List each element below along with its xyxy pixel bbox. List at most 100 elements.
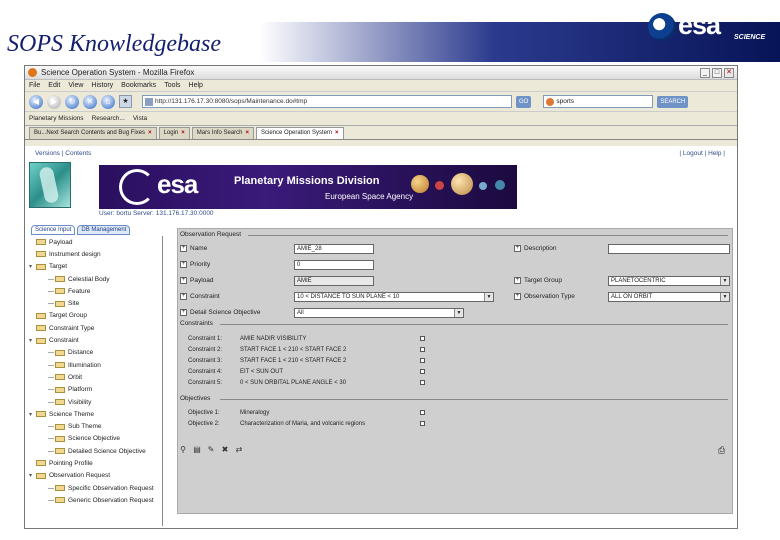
- versions-link[interactable]: Versions: [35, 150, 60, 157]
- tab-close-icon[interactable]: ×: [181, 128, 185, 139]
- url-input[interactable]: http://131.176.17.30:8080/sops/Maintenan…: [142, 95, 512, 108]
- tab-close-icon[interactable]: ×: [148, 128, 152, 139]
- constraint-checkbox[interactable]: [420, 336, 425, 341]
- chevron-down-icon[interactable]: ▼: [720, 292, 729, 301]
- tree-item[interactable]: Illumination: [27, 359, 162, 371]
- search-button[interactable]: SEARCH: [657, 95, 689, 108]
- tree-item[interactable]: Instrument design: [27, 248, 162, 260]
- field-input[interactable]: AMIE_28: [294, 243, 374, 254]
- tree-item[interactable]: ▾ Observation Request: [27, 470, 162, 482]
- field-input[interactable]: 0: [294, 259, 374, 270]
- field-checkbox[interactable]: +: [514, 277, 521, 284]
- tree-item[interactable]: Generic Observation Request: [27, 494, 162, 506]
- constraint-checkbox[interactable]: [420, 380, 425, 385]
- field-checkbox[interactable]: +: [180, 309, 187, 316]
- back-icon[interactable]: ◀: [29, 94, 43, 109]
- new-icon[interactable]: ▤: [192, 445, 202, 455]
- tree-item[interactable]: ▾ Science Theme: [27, 408, 162, 420]
- logout-link[interactable]: Logout: [683, 150, 703, 157]
- menu-item-tools[interactable]: Tools: [164, 82, 180, 89]
- tree-item[interactable]: Orbit: [27, 371, 162, 383]
- chevron-down-icon[interactable]: ▼: [484, 292, 493, 301]
- tree-item[interactable]: Target Group: [27, 310, 162, 322]
- field-checkbox[interactable]: +: [514, 245, 521, 252]
- field-input[interactable]: [608, 243, 730, 254]
- tree-item[interactable]: Sub Theme: [27, 420, 162, 432]
- contents-link[interactable]: Contents: [65, 150, 91, 157]
- tree-item[interactable]: Pointing Profile: [27, 457, 162, 469]
- close-button[interactable]: ✕: [724, 67, 734, 78]
- chevron-down-icon[interactable]: ▼: [720, 276, 729, 285]
- app-tab[interactable]: DB Management: [77, 225, 131, 235]
- menu-item-edit[interactable]: Edit: [48, 82, 60, 89]
- minimize-button[interactable]: _: [700, 67, 710, 78]
- form-field: + Target Group PLANETOCENTRIC ▼: [514, 275, 730, 286]
- search-icon[interactable]: ⚲: [178, 445, 188, 455]
- stop-icon[interactable]: ✕: [83, 94, 97, 109]
- browser-tab[interactable]: Science Operation System ×: [255, 127, 344, 139]
- delete-icon[interactable]: ✖: [220, 445, 230, 455]
- print-icon[interactable]: ⎙: [718, 445, 730, 456]
- field-input[interactable]: ALL ON ORBIT ▼: [608, 291, 730, 302]
- field-checkbox[interactable]: +: [180, 293, 187, 300]
- reload-icon[interactable]: ↻: [65, 94, 79, 109]
- tree-item[interactable]: Site: [27, 297, 162, 309]
- field-checkbox[interactable]: +: [180, 261, 187, 268]
- edit-icon[interactable]: ✎: [206, 445, 216, 455]
- menu-item-file[interactable]: File: [29, 82, 40, 89]
- tree-expander-icon[interactable]: ▾: [29, 472, 36, 479]
- constraint-checkbox[interactable]: [420, 347, 425, 352]
- objective-checkbox[interactable]: [420, 410, 425, 415]
- relations-icon[interactable]: ⇄: [234, 445, 244, 455]
- field-input[interactable]: AMIE: [294, 275, 374, 286]
- constraint-checkbox[interactable]: [420, 369, 425, 374]
- tree-item[interactable]: Constraint Type: [27, 322, 162, 334]
- menu-bar: File Edit View History Bookmarks Tools Help: [25, 80, 737, 92]
- field-input[interactable]: All ▼: [294, 307, 464, 318]
- tree-expander-icon[interactable]: ▾: [29, 337, 36, 344]
- tree-item[interactable]: Specific Observation Request: [27, 482, 162, 494]
- browser-tab[interactable]: Mars Info Search ×: [191, 127, 254, 139]
- tab-close-icon[interactable]: ×: [245, 128, 249, 139]
- bookmark-item[interactable]: Planetary Missions: [29, 115, 84, 122]
- field-input[interactable]: PLANETOCENTRIC ▼: [608, 275, 730, 286]
- tree-item[interactable]: Detailed Science Objective: [27, 445, 162, 457]
- menu-item-history[interactable]: History: [91, 82, 113, 89]
- tree-item[interactable]: Platform: [27, 384, 162, 396]
- field-checkbox[interactable]: +: [180, 245, 187, 252]
- page-content: Versions | Contents | Logout | Help | es…: [25, 146, 737, 528]
- field-checkbox[interactable]: +: [180, 277, 187, 284]
- menu-item-view[interactable]: View: [68, 82, 83, 89]
- esa-logo-word: esa: [678, 10, 721, 40]
- menu-item-bookmarks[interactable]: Bookmarks: [121, 82, 156, 89]
- field-checkbox[interactable]: +: [514, 293, 521, 300]
- menu-item-help[interactable]: Help: [189, 82, 203, 89]
- constraint-checkbox[interactable]: [420, 358, 425, 363]
- browser-tab[interactable]: Bu...Next Search Contents and Bug Fixes ×: [29, 127, 157, 139]
- go-button[interactable]: GO: [516, 95, 532, 108]
- chevron-down-icon[interactable]: ▼: [454, 308, 463, 317]
- browser-tab[interactable]: Login ×: [158, 127, 190, 139]
- objective-checkbox[interactable]: [420, 421, 425, 426]
- tree-item[interactable]: Science Objective: [27, 433, 162, 445]
- tree-item[interactable]: Distance: [27, 347, 162, 359]
- tab-close-icon[interactable]: ×: [335, 128, 339, 139]
- search-input[interactable]: sports: [543, 95, 654, 108]
- bookmark-icon[interactable]: ★: [119, 95, 132, 108]
- forward-icon[interactable]: ▶: [47, 94, 61, 109]
- help-link[interactable]: Help: [708, 150, 721, 157]
- tree-item[interactable]: ▾ Target: [27, 261, 162, 273]
- home-icon[interactable]: ⌂: [101, 94, 115, 109]
- bookmark-item[interactable]: Research...: [92, 115, 125, 122]
- tree-item[interactable]: Visibility: [27, 396, 162, 408]
- bookmark-item[interactable]: Vista: [133, 115, 147, 122]
- tree-item[interactable]: ▾ Constraint: [27, 334, 162, 346]
- tree-item[interactable]: Payload: [27, 236, 162, 248]
- tree-expander-icon[interactable]: ▾: [29, 263, 36, 270]
- app-tab[interactable]: Science Input: [31, 225, 76, 235]
- maximize-button[interactable]: □: [712, 67, 722, 78]
- tree-item[interactable]: Celestial Body: [27, 273, 162, 285]
- field-input[interactable]: 10 < DISTANCE TO SUN PLANE < 10 ▼: [294, 291, 494, 302]
- tree-expander-icon[interactable]: ▾: [29, 411, 36, 418]
- tree-item[interactable]: Feature: [27, 285, 162, 297]
